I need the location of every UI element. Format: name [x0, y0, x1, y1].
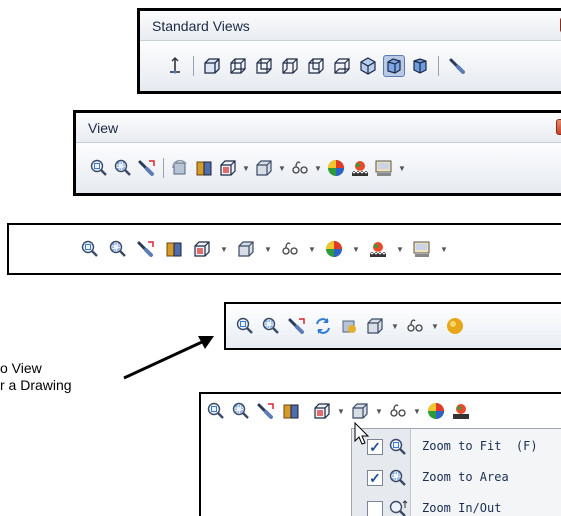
checkbox-unchecked[interactable]	[367, 501, 383, 516]
previous-view-icon[interactable]	[255, 400, 277, 422]
menu-item-label: Zoom to Area	[422, 470, 509, 484]
heads-up-view-toolbar-1: ▼ ▼ ▼ ▼ ▼ ▼	[7, 223, 561, 275]
chevron-down-icon[interactable]: ▼	[412, 400, 422, 422]
menu-item-zoom-to-fit[interactable]: ✓ Zoom to Fit (F)	[352, 435, 561, 461]
chevron-down-icon[interactable]: ▼	[430, 315, 440, 337]
close-icon[interactable]	[556, 119, 561, 135]
zoom-in-out-icon	[388, 499, 408, 516]
zoom-to-fit-icon[interactable]	[234, 315, 256, 337]
rotate-view-icon[interactable]	[338, 315, 360, 337]
heads-up-buttons-2: ▼ ▼	[226, 304, 561, 348]
zoom-to-fit-icon[interactable]	[88, 157, 110, 179]
top-view-icon[interactable]	[305, 55, 327, 77]
view-selector-icon[interactable]	[446, 55, 468, 77]
annotation-line-2: r a Drawing	[0, 377, 72, 393]
view-orientation-icon[interactable]	[191, 238, 213, 260]
chevron-down-icon[interactable]: ▼	[241, 157, 251, 179]
zoom-to-fit-icon	[388, 437, 408, 462]
menu-item-label: Zoom In/Out	[422, 501, 502, 515]
zoom-to-fit-icon[interactable]	[205, 400, 227, 422]
edit-appearance-icon[interactable]	[325, 157, 347, 179]
edit-appearance-icon[interactable]	[425, 400, 447, 422]
chevron-down-icon[interactable]: ▼	[219, 238, 229, 260]
standard-views-toolbar: Standard Views	[137, 8, 561, 94]
section-view-icon[interactable]	[163, 238, 185, 260]
view-toolbar: View ▼ ▼ ▼ ▼	[73, 110, 561, 196]
apply-scene-icon[interactable]	[450, 400, 472, 422]
chevron-down-icon[interactable]: ▼	[307, 238, 317, 260]
isometric-view-icon[interactable]	[357, 55, 379, 77]
chevron-down-icon[interactable]: ▼	[374, 400, 384, 422]
dimetric-view-icon[interactable]	[409, 55, 431, 77]
view-titlebar[interactable]: View	[76, 113, 561, 143]
heads-up-buttons-1: ▼ ▼ ▼ ▼ ▼ ▼	[9, 225, 561, 273]
standard-views-buttons	[140, 41, 561, 91]
apply-scene-icon[interactable]	[367, 238, 389, 260]
front-view-icon[interactable]	[201, 55, 223, 77]
chevron-down-icon[interactable]: ▼	[439, 238, 449, 260]
normal-to-icon[interactable]	[164, 55, 186, 77]
view-toolbar-buttons: ▼ ▼ ▼ ▼	[76, 143, 561, 193]
mouse-cursor-icon	[354, 422, 370, 445]
separator	[438, 56, 439, 76]
menu-item-zoom-in-out[interactable]: Zoom In/Out	[352, 497, 561, 516]
chevron-down-icon[interactable]: ▼	[390, 315, 400, 337]
annotation-line-1: o View	[0, 360, 42, 376]
zoom-to-area-icon[interactable]	[112, 157, 134, 179]
left-view-icon[interactable]	[253, 55, 275, 77]
chevron-down-icon[interactable]: ▼	[336, 400, 346, 422]
edit-appearance-icon[interactable]	[444, 315, 466, 337]
previous-view-icon[interactable]	[136, 157, 158, 179]
rotate-view-icon[interactable]	[169, 157, 191, 179]
view-settings-icon[interactable]	[373, 157, 395, 179]
right-view-icon[interactable]	[279, 55, 301, 77]
apply-scene-icon[interactable]	[349, 157, 371, 179]
bottom-view-icon[interactable]	[331, 55, 353, 77]
trimetric-view-icon[interactable]	[383, 55, 405, 77]
edit-appearance-icon[interactable]	[323, 238, 345, 260]
back-view-icon[interactable]	[227, 55, 249, 77]
chevron-down-icon[interactable]: ▼	[277, 157, 287, 179]
view-toolbar-title: View	[88, 119, 119, 136]
chevron-down-icon[interactable]: ▼	[397, 157, 407, 179]
view-orientation-icon[interactable]	[311, 400, 333, 422]
display-style-icon[interactable]	[364, 315, 386, 337]
previous-view-icon[interactable]	[286, 315, 308, 337]
standard-views-title: Standard Views	[152, 17, 250, 34]
zoom-to-fit-icon[interactable]	[79, 238, 101, 260]
view-settings-icon[interactable]	[411, 238, 433, 260]
chevron-down-icon[interactable]: ▼	[351, 238, 361, 260]
checkbox-checked[interactable]: ✓	[367, 470, 383, 486]
menu-item-zoom-to-area[interactable]: ✓ Zoom to Area	[352, 466, 561, 492]
previous-view-icon[interactable]	[135, 238, 157, 260]
hide-show-items-icon[interactable]	[289, 157, 311, 179]
chevron-down-icon[interactable]: ▼	[313, 157, 323, 179]
redraw-icon[interactable]	[312, 315, 334, 337]
display-style-icon[interactable]	[235, 238, 257, 260]
menu-item-label: Zoom to Fit (F)	[422, 439, 538, 453]
heads-up-buttons-3: ▼ ▼ ▼	[201, 394, 561, 428]
chevron-down-icon[interactable]: ▼	[395, 238, 405, 260]
display-style-icon[interactable]	[253, 157, 275, 179]
hide-show-items-icon[interactable]	[387, 400, 409, 422]
zoom-to-area-icon[interactable]	[260, 315, 282, 337]
heads-up-toolbar-with-menu: ▼ ▼ ▼ ✓ Zoom to Fit (F) ✓ Zoom to Area Z…	[199, 392, 561, 516]
separator	[193, 56, 194, 76]
zoom-to-area-icon	[388, 468, 408, 493]
heads-up-view-toolbar-2: ▼ ▼	[224, 302, 561, 350]
separator	[163, 158, 164, 178]
section-view-icon[interactable]	[280, 400, 302, 422]
display-style-icon[interactable]	[349, 400, 371, 422]
zoom-to-area-icon[interactable]	[230, 400, 252, 422]
toolbar-customize-menu: ✓ Zoom to Fit (F) ✓ Zoom to Area Zoom In…	[351, 428, 561, 516]
section-view-icon[interactable]	[193, 157, 215, 179]
chevron-down-icon[interactable]: ▼	[263, 238, 273, 260]
standard-views-titlebar[interactable]: Standard Views	[140, 11, 561, 41]
zoom-to-area-icon[interactable]	[107, 238, 129, 260]
hide-show-items-icon[interactable]	[279, 238, 301, 260]
hide-show-items-icon[interactable]	[404, 315, 426, 337]
view-orientation-icon[interactable]	[217, 157, 239, 179]
